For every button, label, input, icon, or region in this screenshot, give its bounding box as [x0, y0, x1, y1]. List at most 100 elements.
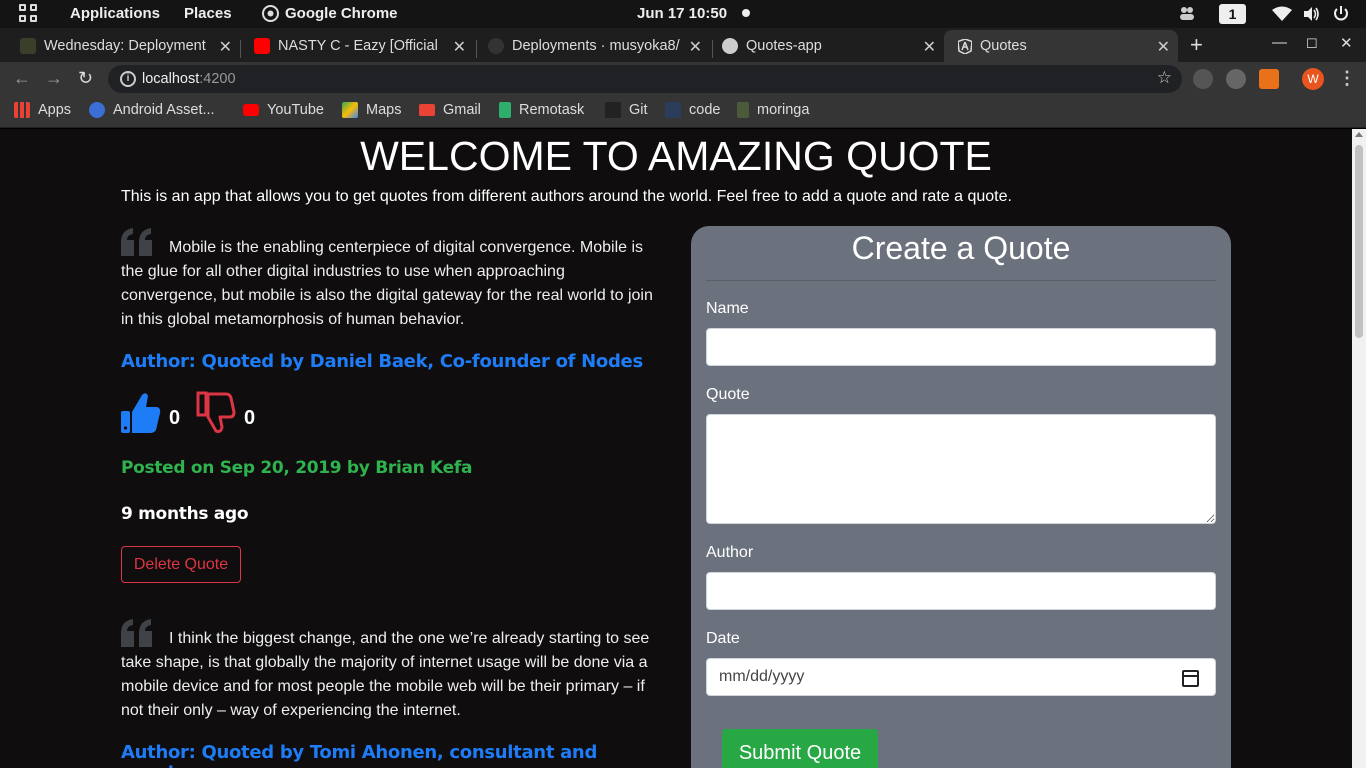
wifi-icon[interactable] [1272, 6, 1292, 22]
cloud-extension-icon[interactable] [1193, 69, 1213, 89]
tab-title: Wednesday: Deployment [44, 38, 206, 54]
bookmark-label: code [689, 102, 721, 118]
applications-menu[interactable]: Applications [70, 5, 160, 22]
system-top-bar: Applications Places Google Chrome Jun 17… [0, 0, 1366, 28]
workspace-indicator[interactable]: 1 [1219, 4, 1246, 24]
quote-card: I think the biggest change, and the one … [121, 619, 661, 768]
gmail-icon [419, 104, 435, 116]
tab-title: NASTY C - Eazy [Official [278, 38, 438, 54]
app-grid-icon[interactable] [19, 4, 39, 24]
bookmarks-bar: Apps Android Asset... YouTube Maps Gmail… [0, 96, 1366, 128]
author-input[interactable] [706, 572, 1216, 610]
tab-deployments[interactable]: Deployments · musyoka8/ ✕ [468, 30, 710, 62]
close-icon[interactable]: ✕ [1157, 37, 1170, 57]
posted-info: Posted on Sep 20, 2019 by Brian Kefa [121, 458, 473, 478]
scrollbar-thumb[interactable] [1355, 145, 1363, 338]
bookmark-code[interactable]: code [665, 102, 720, 118]
quote-label: Quote [706, 386, 750, 403]
minimize-button[interactable]: — [1272, 34, 1287, 51]
scroll-up-arrow-icon[interactable] [1355, 132, 1363, 137]
apps-grid-icon [14, 102, 30, 118]
tab-nasty-c[interactable]: NASTY C - Eazy [Official ✕ [234, 30, 474, 62]
url-port: :4200 [199, 71, 236, 87]
tab-quotes[interactable]: Quotes ✕ [944, 30, 1178, 62]
create-quote-card: Create a Quote Name Quote Author Date mm… [691, 226, 1231, 768]
submit-quote-button[interactable]: Submit Quote [722, 729, 878, 768]
close-window-button[interactable]: ✕ [1340, 34, 1353, 52]
form-title: Create a Quote [851, 230, 1071, 266]
reload-button[interactable]: ↻ [78, 68, 93, 89]
globe-icon [722, 38, 738, 54]
code-icon [665, 102, 681, 118]
power-icon[interactable] [1333, 4, 1349, 24]
close-icon[interactable]: ✕ [923, 37, 936, 57]
tab-title: Deployments · musyoka8/ [512, 38, 680, 54]
maps-icon [342, 102, 358, 118]
page-intro: This is an app that allows you to get qu… [121, 188, 1012, 205]
author-label: Author [706, 544, 754, 561]
extension-on-icon[interactable] [1259, 69, 1279, 89]
quote-left-icon [121, 619, 152, 647]
places-menu[interactable]: Places [184, 5, 232, 22]
close-icon[interactable]: ✕ [219, 37, 232, 57]
vote-controls: 0 0 [121, 391, 281, 435]
url-text[interactable]: localhost:4200 [142, 71, 236, 87]
quote-card: Mobile is the enabling centerpiece of di… [121, 228, 661, 583]
calendar-icon[interactable] [1182, 670, 1199, 687]
web-page: WELCOME TO AMAZING QUOTE This is an app … [0, 129, 1352, 768]
quote-textarea[interactable] [706, 414, 1216, 524]
address-bar[interactable]: i localhost:4200 ☆ [108, 65, 1182, 93]
bookmark-label: Maps [366, 102, 402, 118]
date-input[interactable]: mm/dd/yyyy [706, 658, 1216, 696]
back-button[interactable]: ← [13, 68, 31, 89]
profile-avatar[interactable]: W [1302, 68, 1324, 90]
angular-icon [958, 39, 972, 54]
bookmark-label: moringa [757, 102, 810, 118]
bookmark-remotask[interactable]: Remotask [499, 102, 584, 118]
git-icon [605, 102, 621, 118]
bookmark-apps[interactable]: Apps [14, 102, 71, 118]
time-ago: 9 months ago [121, 504, 249, 524]
remotask-icon [499, 102, 511, 118]
close-icon[interactable]: ✕ [689, 37, 702, 57]
bookmark-label: Gmail [443, 102, 481, 118]
youtube-icon [254, 38, 270, 54]
close-icon[interactable]: ✕ [453, 37, 466, 57]
bookmark-moringa[interactable]: moringa [737, 102, 809, 118]
thumbs-down-icon[interactable] [196, 391, 236, 435]
bookmark-maps[interactable]: Maps [342, 102, 401, 118]
bookmark-star-icon[interactable]: ☆ [1157, 68, 1172, 88]
tab-title: Quotes [980, 38, 1027, 54]
quote-text: Mobile is the enabling centerpiece of di… [121, 239, 653, 328]
moringa-icon [737, 102, 749, 118]
extension-icon[interactable] [1226, 69, 1246, 89]
people-icon[interactable] [1178, 4, 1196, 22]
volume-icon[interactable] [1302, 5, 1320, 23]
bookmark-android-asset[interactable]: Android Asset... [89, 102, 215, 118]
clock[interactable]: Jun 17 10:50 [637, 5, 727, 22]
quote-left-icon [121, 228, 152, 256]
new-tab-button[interactable]: + [1190, 32, 1203, 58]
chrome-menu-icon[interactable]: ⋮ [1338, 68, 1356, 89]
delete-quote-button[interactable]: Delete Quote [121, 546, 241, 583]
bookmark-label: Android Asset... [113, 102, 215, 118]
page-title: WELCOME TO AMAZING QUOTE [360, 133, 992, 179]
youtube-icon [243, 104, 259, 116]
tab-strip: Wednesday: Deployment ✕ NASTY C - Eazy [… [0, 28, 1366, 62]
tab-favicon [20, 38, 36, 54]
page-scrollbar[interactable] [1352, 129, 1366, 768]
thumbs-up-icon[interactable] [121, 391, 161, 435]
bookmark-gmail[interactable]: Gmail [419, 102, 481, 118]
bookmark-git[interactable]: Git [605, 102, 648, 118]
quote-author: Author: Quoted by Tomi Ahonen, consultan… [121, 742, 598, 768]
tab-quotes-app[interactable]: Quotes-app ✕ [702, 30, 944, 62]
tab-wednesday-deployment[interactable]: Wednesday: Deployment ✕ [0, 30, 240, 62]
bookmark-youtube[interactable]: YouTube [243, 102, 324, 118]
tab-title: Quotes-app [746, 38, 822, 54]
active-app-name[interactable]: Google Chrome [285, 5, 398, 22]
maximize-button[interactable]: ☐ [1306, 36, 1318, 52]
name-input[interactable] [706, 328, 1216, 366]
forward-button[interactable]: → [45, 68, 63, 89]
info-icon[interactable]: i [120, 71, 136, 87]
upvote-count: 0 [169, 407, 181, 429]
